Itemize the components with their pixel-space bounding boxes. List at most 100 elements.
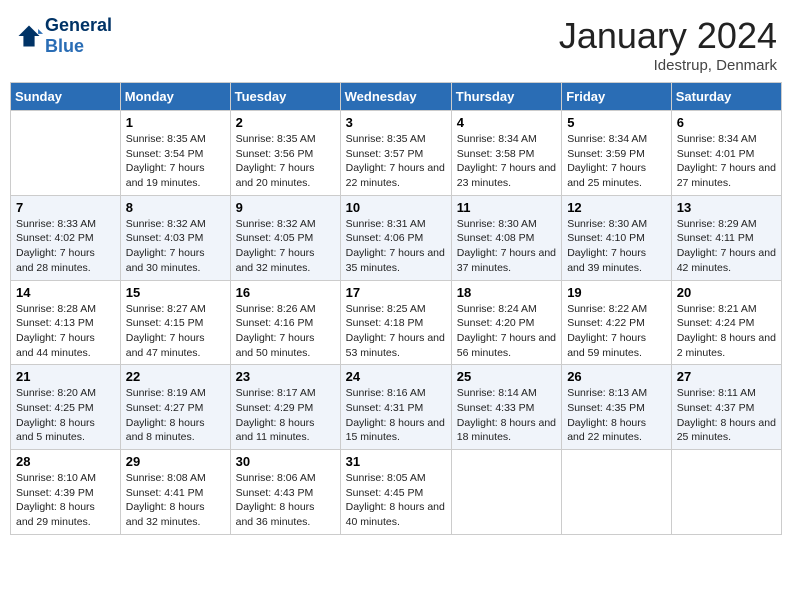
day-number: 2 [236,115,335,130]
day-number: 1 [126,115,225,130]
day-info: Sunrise: 8:35 AMSunset: 3:56 PMDaylight:… [236,132,335,191]
day-info: Sunrise: 8:27 AMSunset: 4:15 PMDaylight:… [126,302,225,361]
week-row-5: 28 Sunrise: 8:10 AMSunset: 4:39 PMDayligh… [11,450,782,535]
day-info: Sunrise: 8:13 AMSunset: 4:35 PMDaylight:… [567,386,666,445]
calendar-cell: 8 Sunrise: 8:32 AMSunset: 4:03 PMDaylight… [120,195,230,280]
weekday-header-thursday: Thursday [451,83,561,111]
location: Idestrup, Denmark [559,57,777,74]
day-number: 24 [346,369,446,384]
day-info: Sunrise: 8:28 AMSunset: 4:13 PMDaylight:… [16,302,115,361]
day-number: 18 [457,285,556,300]
page-header: General Blue January 2024 Idestrup, Denm… [10,10,782,74]
day-number: 20 [677,285,776,300]
calendar-cell: 13 Sunrise: 8:29 AMSunset: 4:11 PMDayligh… [671,195,781,280]
day-info: Sunrise: 8:20 AMSunset: 4:25 PMDaylight:… [16,386,115,445]
week-row-2: 7Sunrise: 8:33 AMSunset: 4:02 PMDaylight… [11,195,782,280]
calendar-cell: 17Sunrise: 8:25 AMSunset: 4:18 PMDayligh… [340,280,451,365]
week-row-3: 14 Sunrise: 8:28 AMSunset: 4:13 PMDayligh… [11,280,782,365]
calendar-cell [11,111,121,196]
calendar-cell: 18Sunrise: 8:24 AMSunset: 4:20 PMDayligh… [451,280,561,365]
day-info: Sunrise: 8:35 AMSunset: 3:54 PMDaylight:… [126,132,225,191]
calendar-cell: 25 Sunrise: 8:14 AMSunset: 4:33 PMDayligh… [451,365,561,450]
day-info: Sunrise: 8:29 AMSunset: 4:11 PMDaylight:… [677,217,776,276]
day-number: 10 [346,200,446,215]
calendar-cell: 1 Sunrise: 8:35 AMSunset: 3:54 PMDaylight… [120,111,230,196]
day-number: 13 [677,200,776,215]
calendar-cell: 28 Sunrise: 8:10 AMSunset: 4:39 PMDayligh… [11,450,121,535]
week-row-1: 1 Sunrise: 8:35 AMSunset: 3:54 PMDaylight… [11,111,782,196]
calendar-cell: 2 Sunrise: 8:35 AMSunset: 3:56 PMDaylight… [230,111,340,196]
logo: General Blue [15,15,112,57]
logo-general: General [45,15,112,36]
day-number: 11 [457,200,556,215]
day-info: Sunrise: 8:16 AMSunset: 4:31 PMDaylight:… [346,386,446,445]
day-info: Sunrise: 8:06 AMSunset: 4:43 PMDaylight:… [236,471,335,530]
day-number: 5 [567,115,666,130]
day-info: Sunrise: 8:26 AMSunset: 4:16 PMDaylight:… [236,302,335,361]
calendar-cell: 24 Sunrise: 8:16 AMSunset: 4:31 PMDayligh… [340,365,451,450]
day-number: 7 [16,200,115,215]
calendar-cell: 14 Sunrise: 8:28 AMSunset: 4:13 PMDayligh… [11,280,121,365]
logo-blue: Blue [45,36,84,56]
calendar-cell [562,450,672,535]
weekday-header-tuesday: Tuesday [230,83,340,111]
day-number: 12 [567,200,666,215]
day-info: Sunrise: 8:10 AMSunset: 4:39 PMDaylight:… [16,471,115,530]
day-number: 14 [16,285,115,300]
day-number: 6 [677,115,776,130]
calendar-cell: 21 Sunrise: 8:20 AMSunset: 4:25 PMDayligh… [11,365,121,450]
day-info: Sunrise: 8:30 AMSunset: 4:08 PMDaylight:… [457,217,556,276]
weekday-header-friday: Friday [562,83,672,111]
day-info: Sunrise: 8:32 AMSunset: 4:03 PMDaylight:… [126,217,225,276]
calendar-cell: 5 Sunrise: 8:34 AMSunset: 3:59 PMDaylight… [562,111,672,196]
calendar-cell [451,450,561,535]
month-title: January 2024 [559,15,777,57]
day-number: 29 [126,454,225,469]
day-info: Sunrise: 8:30 AMSunset: 4:10 PMDaylight:… [567,217,666,276]
calendar-cell: 23 Sunrise: 8:17 AMSunset: 4:29 PMDayligh… [230,365,340,450]
day-info: Sunrise: 8:34 AMSunset: 3:59 PMDaylight:… [567,132,666,191]
day-number: 25 [457,369,556,384]
day-number: 28 [16,454,115,469]
weekday-header-saturday: Saturday [671,83,781,111]
day-number: 4 [457,115,556,130]
day-number: 17 [346,285,446,300]
weekday-header-monday: Monday [120,83,230,111]
day-info: Sunrise: 8:05 AMSunset: 4:45 PMDaylight:… [346,471,446,530]
day-info: Sunrise: 8:11 AMSunset: 4:37 PMDaylight:… [677,386,776,445]
weekday-header-row: SundayMondayTuesdayWednesdayThursdayFrid… [11,83,782,111]
calendar-cell: 27 Sunrise: 8:11 AMSunset: 4:37 PMDayligh… [671,365,781,450]
day-info: Sunrise: 8:17 AMSunset: 4:29 PMDaylight:… [236,386,335,445]
day-info: Sunrise: 8:08 AMSunset: 4:41 PMDaylight:… [126,471,225,530]
day-info: Sunrise: 8:34 AMSunset: 4:01 PMDaylight:… [677,132,776,191]
calendar-cell: 11 Sunrise: 8:30 AMSunset: 4:08 PMDayligh… [451,195,561,280]
weekday-header-sunday: Sunday [11,83,121,111]
day-number: 21 [16,369,115,384]
weekday-header-wednesday: Wednesday [340,83,451,111]
calendar-cell: 31 Sunrise: 8:05 AMSunset: 4:45 PMDayligh… [340,450,451,535]
day-info: Sunrise: 8:31 AMSunset: 4:06 PMDaylight:… [346,217,446,276]
calendar-cell: 7Sunrise: 8:33 AMSunset: 4:02 PMDaylight… [11,195,121,280]
day-info: Sunrise: 8:14 AMSunset: 4:33 PMDaylight:… [457,386,556,445]
day-info: Sunrise: 8:21 AMSunset: 4:24 PMDaylight:… [677,302,776,361]
day-number: 31 [346,454,446,469]
day-info: Sunrise: 8:22 AMSunset: 4:22 PMDaylight:… [567,302,666,361]
day-info: Sunrise: 8:35 AMSunset: 3:57 PMDaylight:… [346,132,446,191]
calendar-cell: 12 Sunrise: 8:30 AMSunset: 4:10 PMDayligh… [562,195,672,280]
day-number: 23 [236,369,335,384]
calendar-cell: 15Sunrise: 8:27 AMSunset: 4:15 PMDayligh… [120,280,230,365]
day-number: 30 [236,454,335,469]
calendar-cell: 4Sunrise: 8:34 AMSunset: 3:58 PMDaylight… [451,111,561,196]
day-number: 19 [567,285,666,300]
day-number: 9 [236,200,335,215]
calendar-cell: 10 Sunrise: 8:31 AMSunset: 4:06 PMDayligh… [340,195,451,280]
calendar-cell: 16Sunrise: 8:26 AMSunset: 4:16 PMDayligh… [230,280,340,365]
calendar-cell: 22 Sunrise: 8:19 AMSunset: 4:27 PMDayligh… [120,365,230,450]
day-number: 22 [126,369,225,384]
calendar-cell: 19 Sunrise: 8:22 AMSunset: 4:22 PMDayligh… [562,280,672,365]
calendar-cell: 6 Sunrise: 8:34 AMSunset: 4:01 PMDaylight… [671,111,781,196]
day-number: 27 [677,369,776,384]
calendar-cell: 20 Sunrise: 8:21 AMSunset: 4:24 PMDayligh… [671,280,781,365]
day-number: 8 [126,200,225,215]
day-info: Sunrise: 8:19 AMSunset: 4:27 PMDaylight:… [126,386,225,445]
